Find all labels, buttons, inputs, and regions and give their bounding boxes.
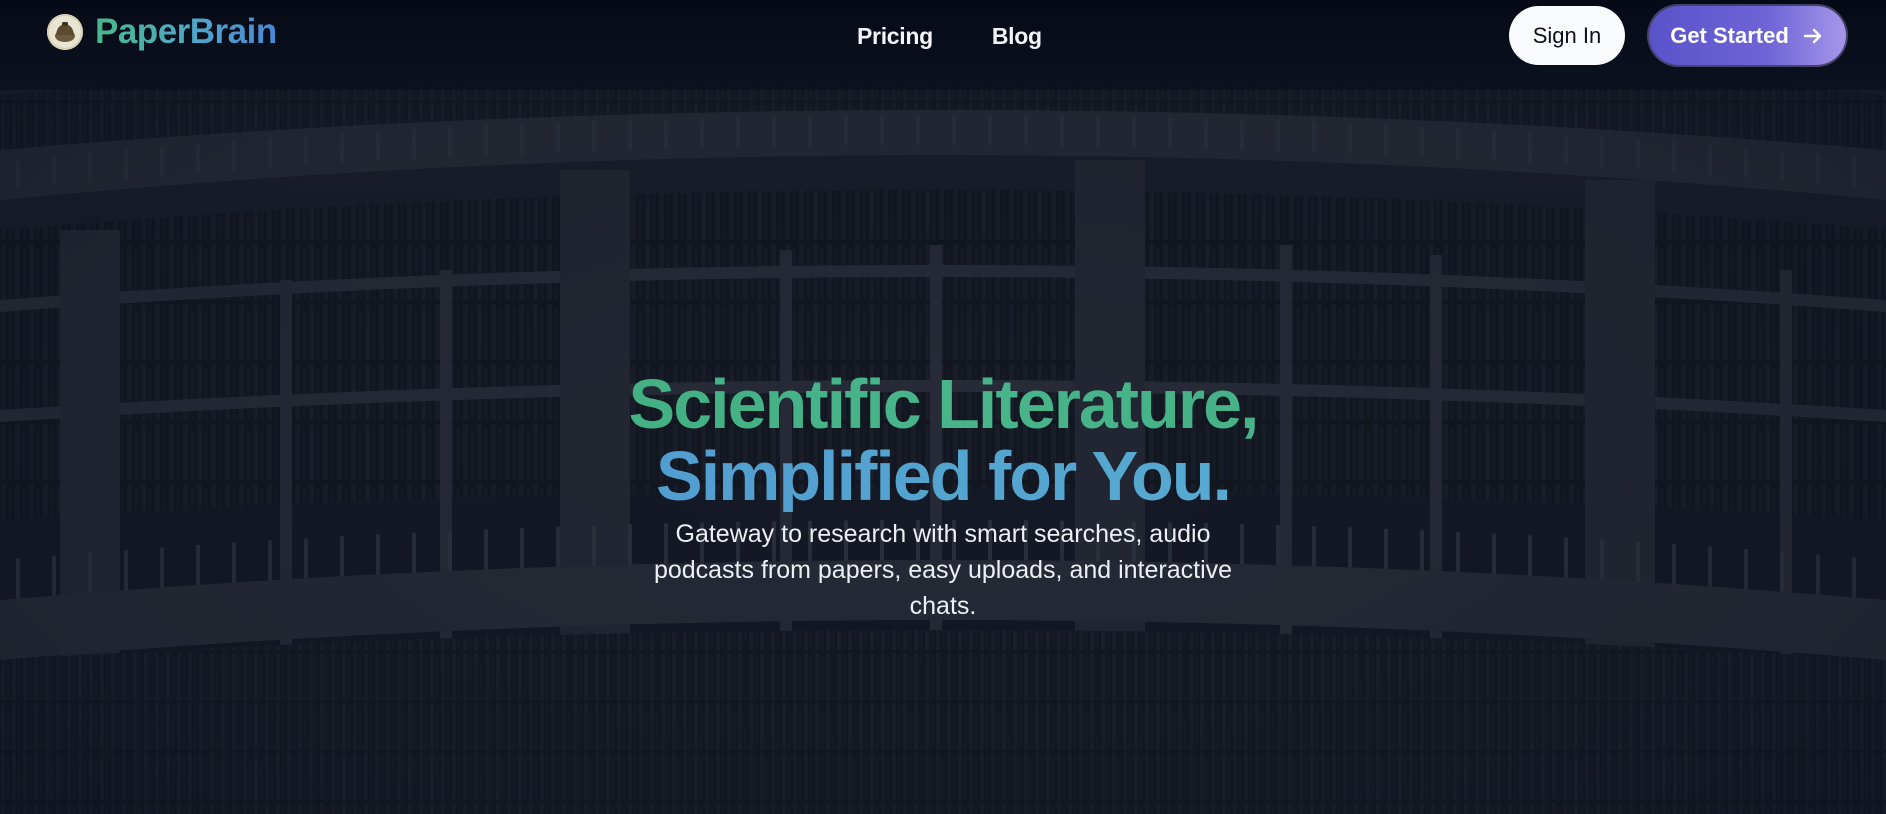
hero-section: Scientific Literature, Simplified for Yo… xyxy=(0,368,1886,624)
sign-in-button[interactable]: Sign In xyxy=(1509,6,1625,65)
brain-dome-logo-icon xyxy=(47,14,83,50)
top-navbar: PaperBrain Pricing Blog Sign In Get Star… xyxy=(0,0,1886,90)
nav-item-blog[interactable]: Blog xyxy=(992,18,1042,54)
landing-page: PaperBrain Pricing Blog Sign In Get Star… xyxy=(0,0,1886,814)
brand-logo-link[interactable]: PaperBrain xyxy=(47,12,277,52)
arrow-right-icon xyxy=(1801,24,1825,48)
get-started-button[interactable]: Get Started xyxy=(1649,6,1846,65)
hero-subtitle: Gateway to research with smart searches,… xyxy=(653,520,1233,620)
brand-name: PaperBrain xyxy=(95,12,277,51)
hero-title-line1: Scientific Literature, xyxy=(0,368,1886,440)
hero-title: Scientific Literature, Simplified for Yo… xyxy=(0,368,1886,512)
get-started-label: Get Started xyxy=(1670,22,1789,48)
nav-item-pricing[interactable]: Pricing xyxy=(857,18,933,54)
hero-title-line2: Simplified for You. xyxy=(0,440,1886,512)
main-nav: Pricing Blog xyxy=(857,18,1042,54)
